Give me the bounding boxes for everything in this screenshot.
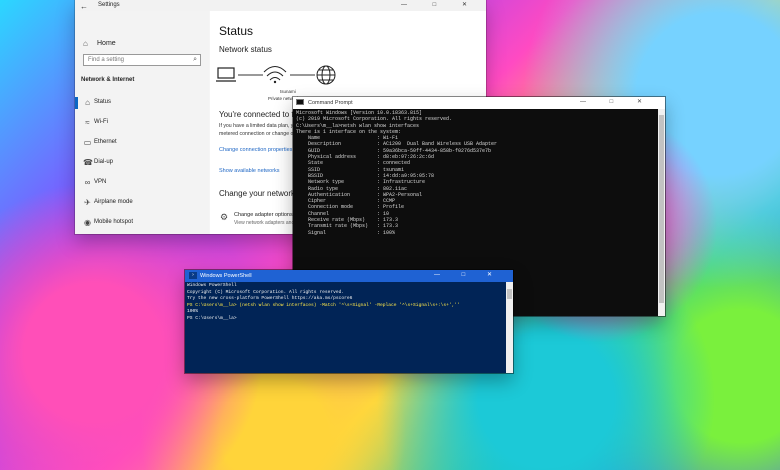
vpn-icon: ∞ <box>84 178 91 187</box>
sidebar-item-ethernet[interactable]: ▭ Ethernet <box>75 133 209 153</box>
phone-icon: ☎ <box>83 158 93 167</box>
network-diagram <box>216 61 346 89</box>
close-icon[interactable]: ✕ <box>462 2 479 8</box>
close-icon[interactable]: ✕ <box>637 99 653 105</box>
sidebar-item-label: Dial-up <box>94 159 114 165</box>
wifi-status-icon <box>263 66 287 84</box>
search-placeholder: Find a setting <box>88 57 125 63</box>
settings-titlebar: ← Settings — □ ✕ <box>75 0 486 11</box>
home-icon: ⌂ <box>83 39 88 48</box>
laptop-icon <box>216 67 236 82</box>
show-available-networks-link[interactable]: Show available networks <box>219 168 280 174</box>
cmd-window-controls[interactable]: — □ ✕ <box>580 98 653 105</box>
command-prompt-icon <box>296 99 304 105</box>
cmd-titlebar: Command Prompt — □ ✕ <box>293 97 665 109</box>
home-network-icon: ⌂ <box>85 98 90 107</box>
powershell-scrollbar-thumb[interactable] <box>507 289 512 299</box>
maximize-icon[interactable]: □ <box>433 2 449 8</box>
powershell-output[interactable]: Windows PowerShell Copyright (C) Microso… <box>187 283 505 372</box>
sidebar-item-status[interactable]: ⌂ Status <box>75 93 209 113</box>
sidebar-item-vpn[interactable]: ∞ VPN <box>75 173 209 193</box>
minimize-icon[interactable]: — <box>580 99 597 105</box>
search-input[interactable]: Find a setting ⌕ <box>83 54 201 66</box>
network-status-heading: Network status <box>219 45 272 54</box>
change-adapter-options-link[interactable]: Change adapter options <box>234 212 293 218</box>
ethernet-icon: ▭ <box>83 138 92 147</box>
settings-window-title: Settings <box>98 2 120 8</box>
sidebar-item-label: Mobile hotspot <box>94 219 134 225</box>
console-line: Signal : 100% <box>296 229 396 236</box>
console-line: PS C:\Users\m__la> <box>187 315 237 321</box>
close-icon[interactable]: ✕ <box>487 272 502 278</box>
powershell-titlebar: › Windows PowerShell — □ ✕ <box>185 270 513 282</box>
hotspot-icon: ◉ <box>84 218 91 227</box>
airplane-icon: ✈ <box>84 198 91 207</box>
globe-icon <box>316 65 336 85</box>
sidebar-item-label: Airplane mode <box>94 199 133 205</box>
settings-window-controls[interactable]: — □ ✕ <box>401 1 479 8</box>
section-title: Network & Internet <box>81 77 135 83</box>
back-arrow-icon[interactable]: ← <box>80 2 88 11</box>
powershell-window-title: Windows PowerShell <box>200 273 252 279</box>
change-connection-properties-link[interactable]: Change connection properties <box>219 147 292 153</box>
page-title: Status <box>219 24 254 38</box>
powershell-icon: › <box>189 272 197 279</box>
minimize-icon[interactable]: — <box>434 272 450 278</box>
sidebar-item-wifi[interactable]: ≈ Wi-Fi <box>75 113 209 133</box>
sidebar-item-dial-up[interactable]: ☎ Dial-up <box>75 153 209 173</box>
cmd-scrollbar-thumb[interactable] <box>659 115 664 303</box>
maximize-icon[interactable]: □ <box>462 272 476 278</box>
sidebar-item-label: Status <box>94 99 112 105</box>
wifi-icon: ≈ <box>85 118 90 127</box>
network-name: tsunami <box>280 89 296 94</box>
maximize-icon[interactable]: □ <box>610 99 625 105</box>
powershell-window: › Windows PowerShell — □ ✕ Windows Power… <box>185 270 513 373</box>
sidebar-item-label: VPN <box>94 179 107 185</box>
sidebar-item-airplane-mode[interactable]: ✈ Airplane mode <box>75 193 209 213</box>
sidebar-item-mobile-hotspot[interactable]: ◉ Mobile hotspot <box>75 213 209 233</box>
minimize-icon[interactable]: — <box>401 2 419 8</box>
powershell-window-controls[interactable]: — □ ✕ <box>434 271 502 278</box>
cmd-window-title: Command Prompt <box>308 100 353 106</box>
sidebar-item-label: Wi-Fi <box>94 119 108 125</box>
settings-sidebar: ⌂ Home Find a setting ⌕ Network & Intern… <box>75 11 209 234</box>
home-label: Home <box>97 40 116 47</box>
search-icon: ⌕ <box>193 56 197 63</box>
console-line: PS C:\Users\m__la> (netsh wlan show inte… <box>187 302 460 308</box>
sidebar-item-label: Ethernet <box>94 139 117 145</box>
adapter-options-icon: ⚙ <box>220 212 229 222</box>
